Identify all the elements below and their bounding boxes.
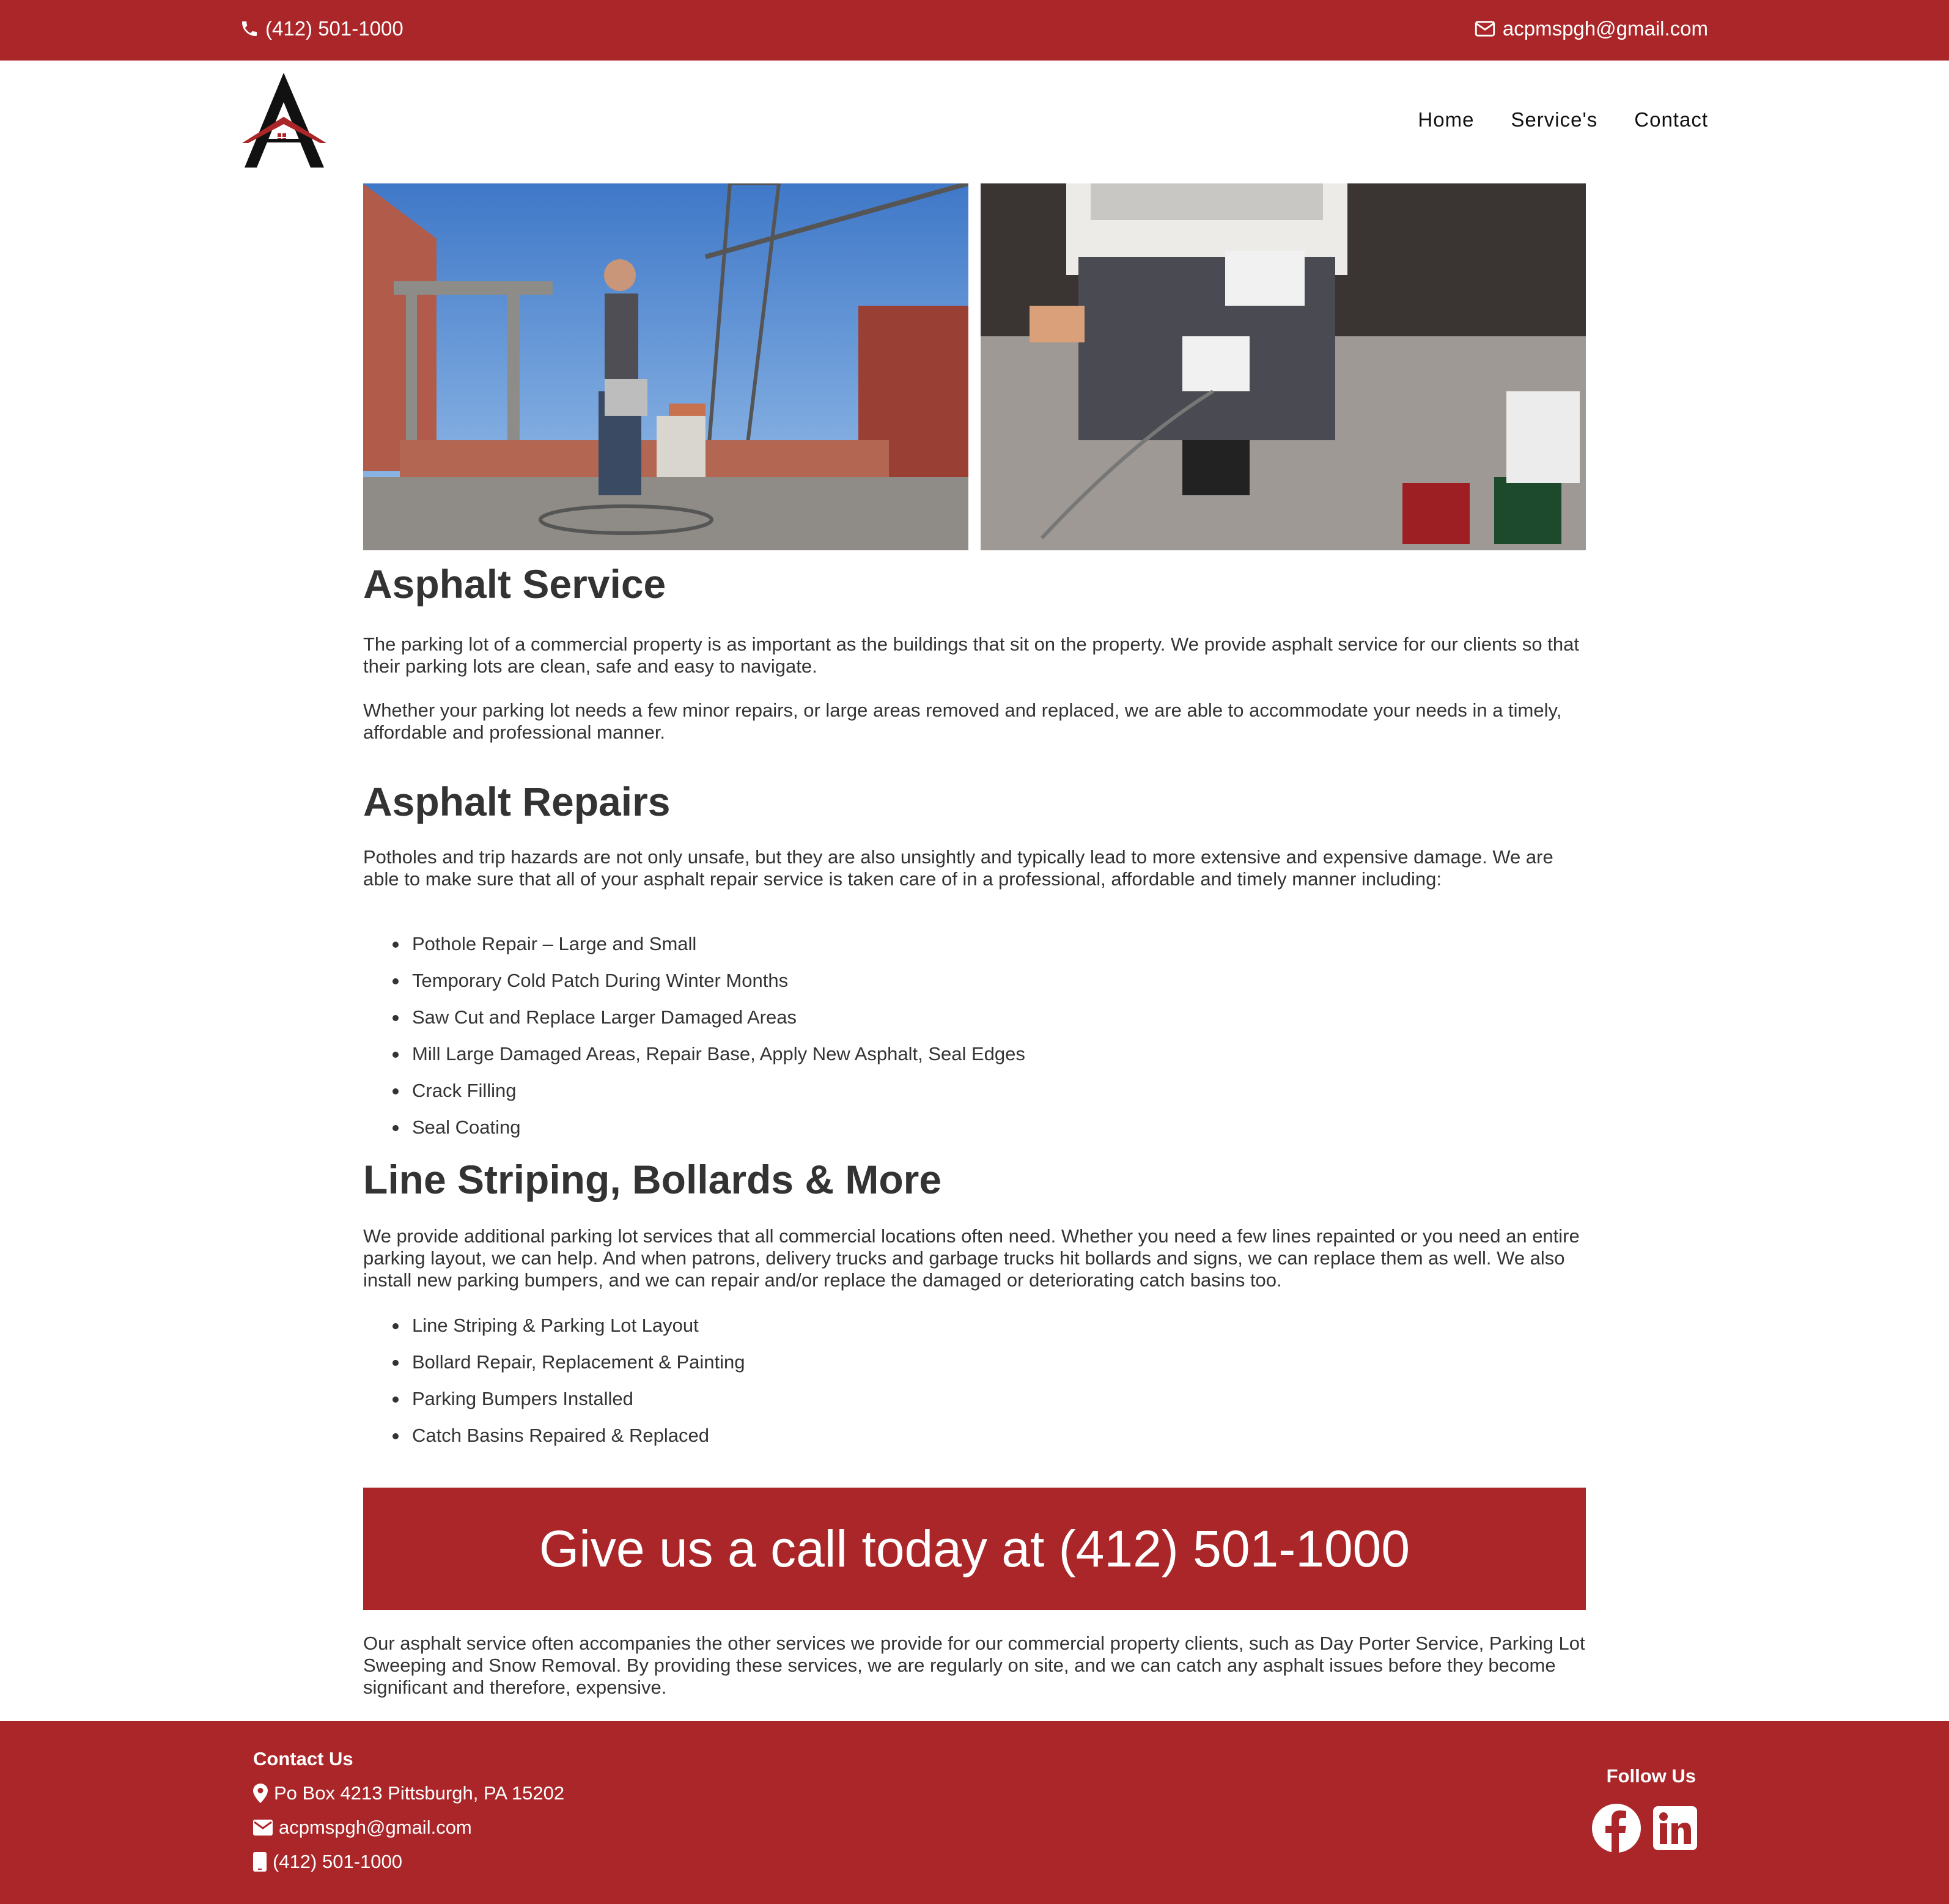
asphalt-service-paragraph-2: Whether your parking lot needs a few min… [363,699,1562,743]
asphalt-repairs-list: Pothole Repair – Large and Small Tempora… [363,933,1586,1153]
asphalt-repairs-paragraph: Potholes and trip hazards are not only u… [363,846,1553,890]
footer-address-text: Po Box 4213 Pittsburgh, PA 15202 [274,1782,565,1804]
list-item: Line Striping & Parking Lot Layout [363,1315,1586,1351]
list-item: Crack Filling [363,1080,1586,1116]
top-email-text: acpmspgh@gmail.com [1502,17,1708,40]
worker-concrete-photo [363,183,968,550]
list-item: Bollard Repair, Replacement & Painting [363,1351,1586,1388]
footer-contact: Contact Us Po Box 4213 Pittsburgh, PA 15… [253,1748,564,1873]
social-links [1592,1804,1697,1853]
site-header: Home Service's Contact [0,61,1949,183]
facebook-icon[interactable] [1592,1804,1641,1853]
top-phone-text: (412) 501-1000 [265,17,403,40]
asphalt-service-heading: Asphalt Service [363,561,666,607]
main-nav: Home Service's Contact [1418,108,1708,131]
linkedin-icon[interactable] [1653,1806,1697,1850]
top-email[interactable]: acpmspgh@gmail.com [1475,17,1708,40]
worker-paint-photo [981,183,1586,550]
envelope-icon [1475,21,1495,37]
top-contact-bar: (412) 501-1000 acpmspgh@gmail.com [0,0,1949,61]
footer-email-text: acpmspgh@gmail.com [279,1817,472,1838]
follow-us-heading: Follow Us [1606,1765,1696,1787]
closing-paragraph: Our asphalt service often accompanies th… [363,1633,1585,1698]
asphalt-repairs-heading: Asphalt Repairs [363,779,671,824]
nav-home[interactable]: Home [1418,108,1474,131]
list-item: Saw Cut and Replace Larger Damaged Areas [363,1006,1586,1043]
list-item: Pothole Repair – Large and Small [363,933,1586,970]
footer-email[interactable]: acpmspgh@gmail.com [253,1817,564,1839]
footer-contact-heading: Contact Us [253,1748,353,1769]
top-phone[interactable]: (412) 501-1000 [240,17,403,40]
main-content: Asphalt Service The parking lot of a com… [363,550,1586,1461]
footer-phone-text: (412) 501-1000 [273,1851,402,1872]
list-item: Seal Coating [363,1116,1586,1153]
map-marker-icon [253,1784,268,1803]
mobile-phone-icon [253,1852,267,1872]
footer-phone[interactable]: (412) 501-1000 [253,1851,564,1873]
list-item: Mill Large Damaged Areas, Repair Base, A… [363,1043,1586,1080]
hero-images [363,183,1586,550]
list-item: Catch Basins Repaired & Replaced [363,1425,1586,1461]
cta-text: Give us a call today at (412) 501-1000 [539,1519,1410,1577]
site-footer: Contact Us Po Box 4213 Pittsburgh, PA 15… [0,1721,1949,1904]
nav-contact[interactable]: Contact [1634,108,1708,131]
phone-icon [242,21,257,36]
asphalt-service-paragraph-1: The parking lot of a commercial property… [363,633,1579,677]
call-to-action-banner[interactable]: Give us a call today at (412) 501-1000 [363,1488,1586,1610]
list-item: Temporary Cold Patch During Winter Month… [363,970,1586,1006]
line-striping-paragraph: We provide additional parking lot servic… [363,1225,1580,1291]
nav-services[interactable]: Service's [1511,108,1597,131]
line-striping-heading: Line Striping, Bollards & More [363,1157,942,1202]
company-logo[interactable] [240,73,328,171]
line-striping-list: Line Striping & Parking Lot Layout Bolla… [363,1315,1586,1461]
footer-address: Po Box 4213 Pittsburgh, PA 15202 [253,1782,564,1804]
envelope-icon [253,1820,273,1836]
list-item: Parking Bumpers Installed [363,1388,1586,1425]
